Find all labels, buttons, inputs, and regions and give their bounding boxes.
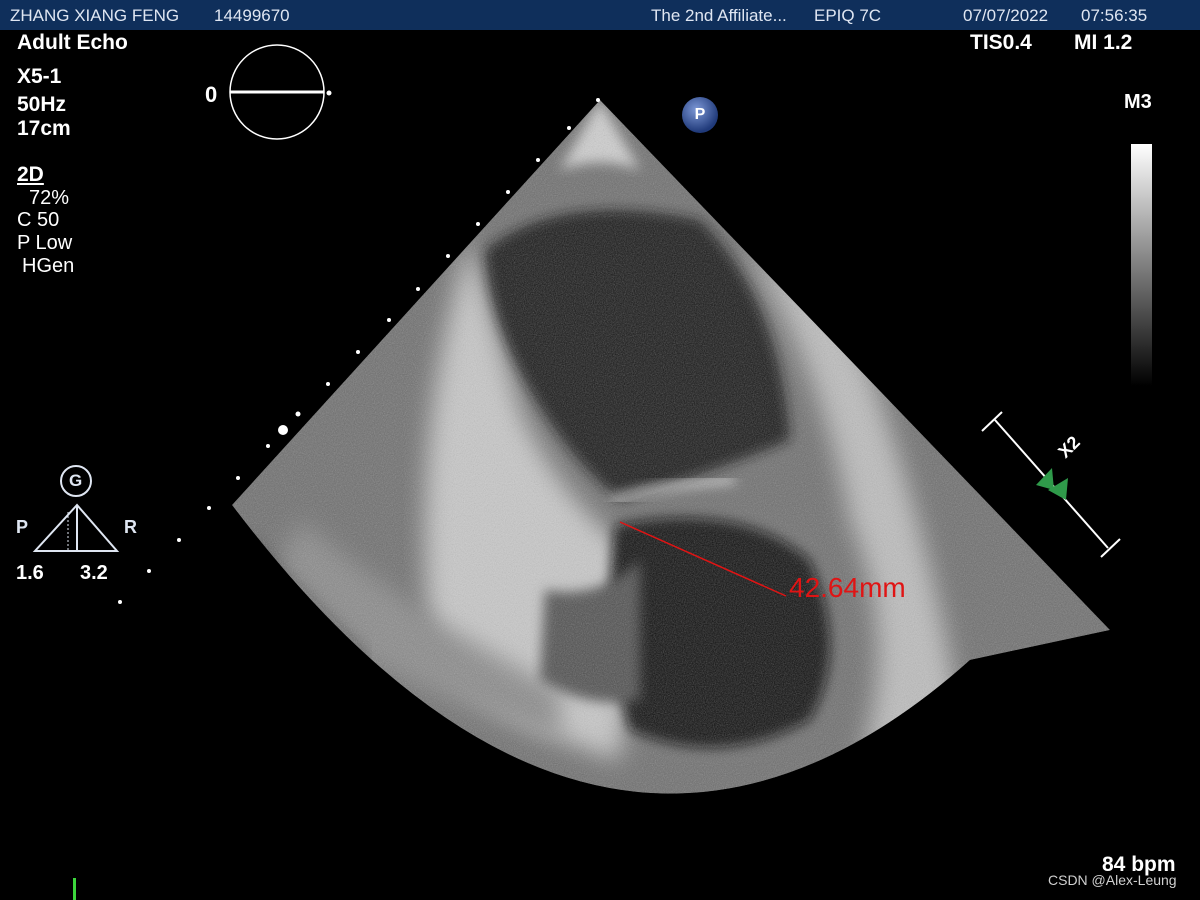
- grayscale-bar: [1131, 144, 1152, 386]
- exam-preset: Adult Echo: [17, 31, 128, 54]
- rotation-angle: 0: [205, 82, 218, 107]
- mi-value: MI 1.2: [1074, 31, 1133, 54]
- exam-time: 07:56:35: [1081, 6, 1148, 25]
- depth-value: 17cm: [17, 117, 71, 140]
- patient-id: 14499670: [214, 6, 290, 25]
- orientation-left-value: 1.6: [16, 562, 44, 584]
- frame-rate: 50Hz: [17, 93, 67, 116]
- orientation-right-letter: R: [124, 517, 137, 537]
- watermark: CSDN @Alex-Leung: [1048, 872, 1177, 888]
- echo-image: [32, 44, 1121, 794]
- orientation-left-letter: P: [16, 517, 29, 537]
- gain-value: 72%: [29, 187, 70, 209]
- tis-value: TIS0.4: [970, 31, 1032, 54]
- system-name: EPIQ 7C: [814, 6, 882, 25]
- gray-map-label: M3: [1124, 91, 1152, 113]
- measurement-value: 42.64mm: [789, 572, 906, 603]
- probe-name: X5-1: [17, 65, 62, 88]
- imaging-mode: 2D: [17, 163, 44, 186]
- orientation-right-value: 3.2: [80, 562, 108, 584]
- header-bar: ZHANG XIANG FENG 14499670 The 2nd Affili…: [0, 0, 1200, 30]
- patient-name: ZHANG XIANG FENG: [10, 6, 180, 25]
- ecg-trace-marker: [73, 878, 76, 900]
- harmonics-value: HGen: [22, 255, 75, 277]
- ultrasound-sector: [232, 100, 1110, 794]
- p-badge-icon[interactable]: P: [682, 97, 718, 133]
- institution-name: The 2nd Affiliate...: [651, 6, 787, 25]
- exam-date: 07/07/2022: [963, 6, 1049, 25]
- g-icon-label: G: [69, 471, 83, 490]
- compression-value: C 50: [17, 209, 60, 231]
- rotation-indicator: [229, 44, 332, 140]
- power-value: P Low: [17, 232, 73, 254]
